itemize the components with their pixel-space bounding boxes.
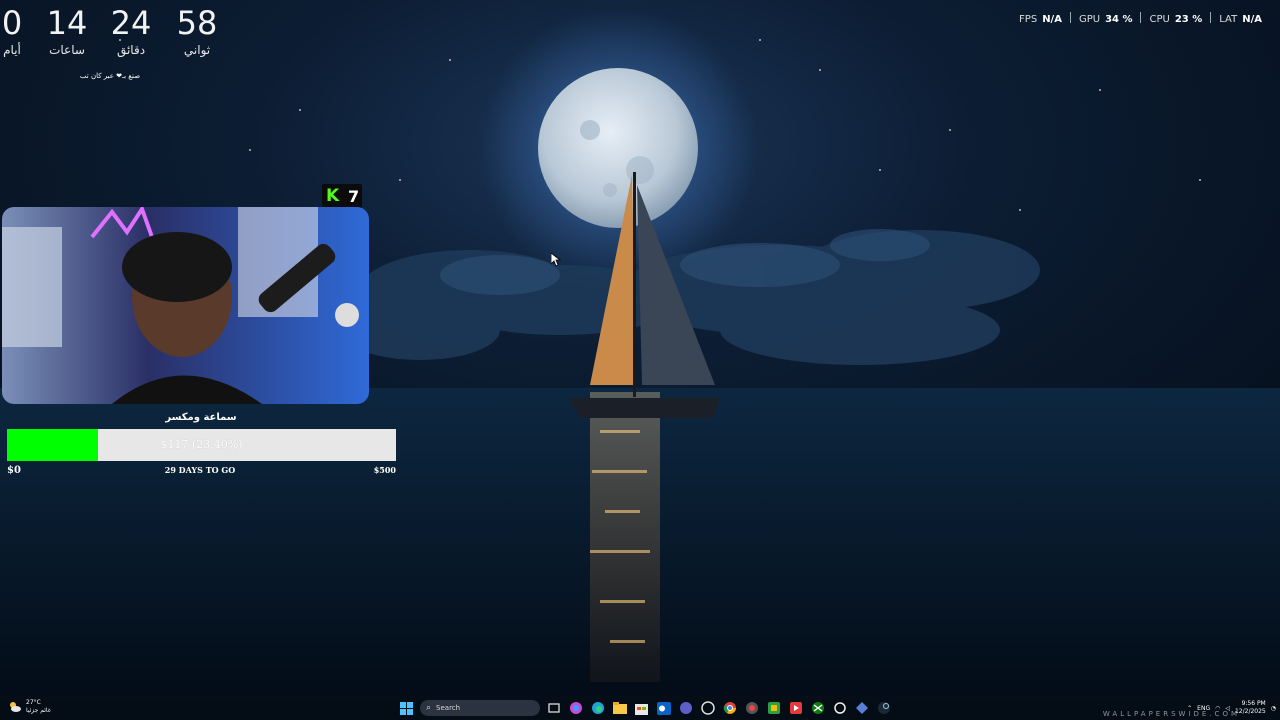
stat-gpu: GPU 34 %: [1071, 12, 1141, 26]
partly-cloudy-icon: [10, 702, 21, 712]
outlook-icon[interactable]: [655, 700, 672, 717]
countdown-minutes-value: 24: [110, 4, 152, 42]
stat-lat-value: N/A: [1242, 13, 1262, 25]
teams-icon[interactable]: [677, 700, 694, 717]
spotify-icon[interactable]: [743, 700, 760, 717]
stat-cpu-value: 23 %: [1174, 13, 1203, 25]
donation-goal-bar: $117 (23.40%): [7, 429, 396, 461]
weather-desc: غائم جزئيا: [26, 707, 51, 714]
windows-start-icon[interactable]: [398, 700, 415, 717]
countdown-hours-label: ساعات: [49, 43, 85, 57]
store-icon[interactable]: [633, 700, 650, 717]
mouse-cursor-icon: [551, 253, 561, 267]
stat-gpu-value: 34 %: [1105, 13, 1133, 25]
app-green-icon[interactable]: [765, 700, 782, 717]
stat-gpu-name: GPU: [1078, 13, 1101, 25]
taskbar-search[interactable]: ⌕ Search: [420, 700, 540, 716]
countdown-minutes: 24 دقائق: [101, 4, 161, 58]
donation-goal-title: سماعة ومكسر: [165, 412, 237, 423]
countdown-seconds-value: 58: [176, 4, 218, 42]
task-view-icon[interactable]: [545, 700, 562, 717]
donation-goal-amount: $117 (23.40%): [160, 438, 243, 451]
countdown-days-value: 0: [1, 4, 23, 42]
taskbar: 27°C غائم جزئيا ⌕ Search ⌃ ENG ◠ ◁ 9:56 …: [0, 696, 1280, 720]
clock-time: 9:56 PM: [1241, 700, 1266, 707]
webcam-feed: [2, 207, 369, 404]
stat-lat-name: LAT: [1219, 13, 1238, 25]
webcam-image: [2, 207, 369, 404]
search-icon: ⌕: [426, 703, 432, 713]
countdown-hours-value: 14: [46, 4, 88, 42]
countdown-widget: 0 أيام 14 ساعات 24 دقائق 58 ثواني صنع بـ…: [0, 4, 230, 84]
stat-fps-name: FPS: [1019, 13, 1038, 25]
obs-icon[interactable]: [699, 700, 716, 717]
kick-viewer-badge: K 7: [322, 184, 362, 208]
search-placeholder: Search: [436, 704, 461, 712]
notification-bell-icon[interactable]: ◔: [1271, 705, 1276, 712]
countdown-seconds-label: ثواني: [183, 43, 211, 57]
donation-goal-days-left: 29 DAYS TO GO: [164, 465, 236, 475]
chrome-icon[interactable]: [721, 700, 738, 717]
stat-cpu: CPU 23 %: [1141, 12, 1210, 26]
countdown-hours: 14 ساعات: [37, 4, 97, 58]
weather-temp: 27°C: [26, 699, 41, 706]
file-explorer-icon[interactable]: [611, 700, 628, 717]
countdown-credit: صنع بـ❤ عبر كان تب: [79, 72, 141, 80]
weather-widget[interactable]: 27°C غائم جزئيا: [8, 699, 51, 715]
app-red-icon[interactable]: [787, 700, 804, 717]
wallpaper-watermark: WALLPAPERSWIDE.COM: [1102, 710, 1240, 718]
performance-overlay: FPS N/A GPU 34 % CPU 23 % LAT N/A: [1011, 12, 1270, 26]
steam-icon[interactable]: [875, 700, 892, 717]
countdown-days-label: أيام: [3, 43, 21, 57]
countdown-days: 0 أيام: [0, 4, 42, 58]
app-blue-icon[interactable]: [853, 700, 870, 717]
stat-fps-value: N/A: [1042, 13, 1062, 25]
copilot-icon[interactable]: [567, 700, 584, 717]
taskbar-apps: ⌕ Search: [398, 699, 892, 717]
countdown-seconds: 58 ثواني: [167, 4, 227, 58]
donation-goal-max: $500: [373, 465, 396, 475]
weather-text: 27°C غائم جزئيا: [26, 699, 51, 715]
stat-fps: FPS N/A: [1011, 12, 1070, 26]
app-circle-icon[interactable]: [831, 700, 848, 717]
kick-viewer-count: 7: [348, 186, 360, 206]
countdown-minutes-label: دقائق: [116, 43, 146, 57]
edge-icon[interactable]: [589, 700, 606, 717]
stat-lat: LAT N/A: [1211, 12, 1270, 26]
kick-logo-icon: K: [326, 186, 340, 206]
stat-cpu-name: CPU: [1149, 13, 1170, 25]
xbox-icon[interactable]: [809, 700, 826, 717]
donation-goal-min: $0: [7, 465, 21, 476]
